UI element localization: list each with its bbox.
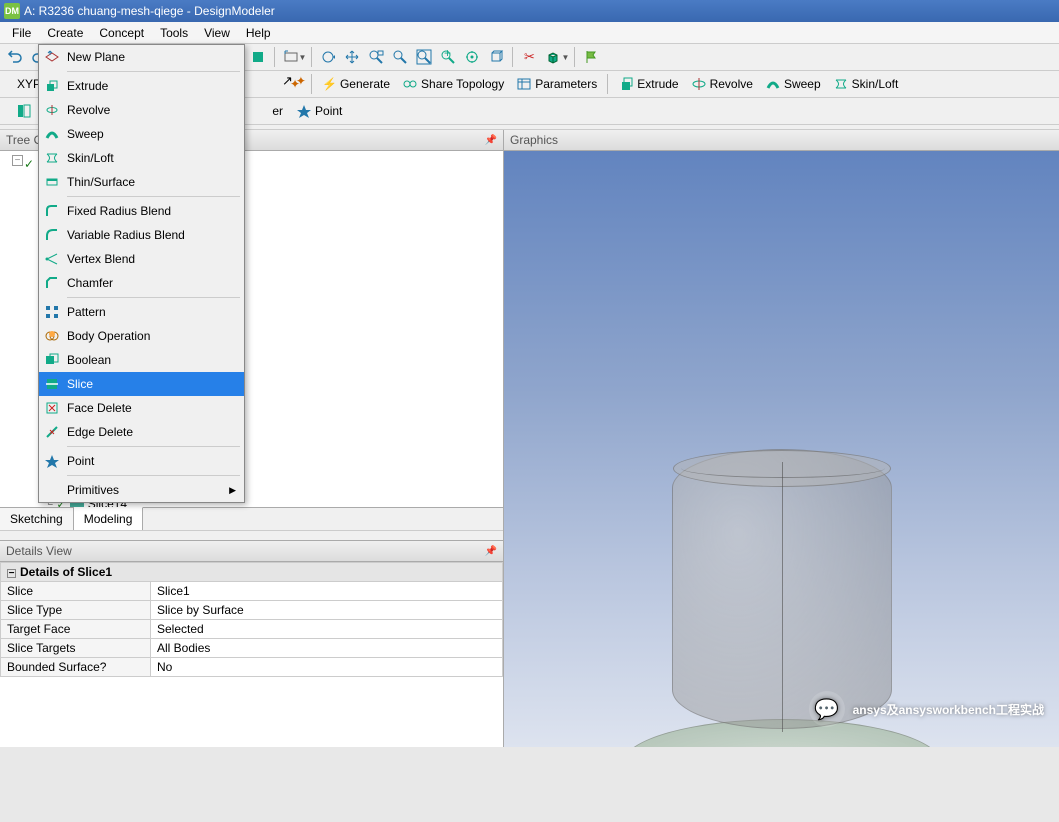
menu-slice[interactable]: Slice xyxy=(39,372,244,396)
menu-point[interactable]: Point xyxy=(39,449,244,473)
window-title: A: R3236 chuang-mesh-qiege - DesignModel… xyxy=(24,4,275,18)
menu-boolean[interactable]: Boolean xyxy=(39,348,244,372)
filter-body-icon[interactable] xyxy=(247,46,269,68)
zoom-fit-icon[interactable] xyxy=(413,46,435,68)
menu-variable-radius-blend[interactable]: Variable Radius Blend xyxy=(39,223,244,247)
menu-view[interactable]: View xyxy=(196,23,238,43)
plane-tool-icon[interactable]: ✂ xyxy=(518,46,540,68)
menu-body-operation[interactable]: Body Operation xyxy=(39,324,244,348)
submenu-arrow-icon: ▶ xyxy=(229,485,236,496)
tree-expander[interactable]: − xyxy=(12,155,23,166)
menu-new-plane[interactable]: New Plane xyxy=(39,45,244,69)
share-topology-button[interactable]: Share Topology xyxy=(397,73,509,95)
detail-row[interactable]: Slice TargetsAll Bodies xyxy=(1,639,503,658)
tree-toggle-icon[interactable] xyxy=(13,100,35,122)
menu-create[interactable]: Create xyxy=(39,23,91,43)
arrow-icon[interactable]: ↗ xyxy=(282,73,293,89)
menu-edge-delete[interactable]: Edge Delete xyxy=(39,420,244,444)
parameters-button[interactable]: Parameters xyxy=(511,73,602,95)
menu-help[interactable]: Help xyxy=(238,23,279,43)
menu-concept[interactable]: Concept xyxy=(91,23,152,43)
magnify-icon[interactable]: + xyxy=(437,46,459,68)
menu-bar: File Create Concept Tools View Help xyxy=(0,22,1059,44)
rotate-icon[interactable] xyxy=(317,46,339,68)
generate-button[interactable]: ⚡Generate xyxy=(317,73,395,95)
menu-thinsurface[interactable]: Thin/Surface xyxy=(39,170,244,194)
dropdown-icon[interactable]: ▼ xyxy=(299,53,307,62)
watermark: 💬 ansys及ansysworkbench工程实战 xyxy=(809,691,1044,727)
detail-row[interactable]: Bounded Surface?No xyxy=(1,658,503,677)
create-dropdown-menu: New Plane Extrude Revolve Sweep Skin/Lof… xyxy=(38,44,245,503)
graphics-header: Graphics xyxy=(504,130,1059,151)
menu-vertex-blend[interactable]: Vertex Blend xyxy=(39,247,244,271)
tree-tabs: Sketching Modeling xyxy=(0,507,503,530)
sweep-button[interactable]: Sweep xyxy=(760,73,826,95)
details-table: −Details of Slice1 SliceSlice1 Slice Typ… xyxy=(0,562,503,677)
er-text: er xyxy=(272,104,289,118)
zoom-box-icon[interactable] xyxy=(365,46,387,68)
undo-button[interactable] xyxy=(4,46,26,68)
detail-row[interactable]: Slice TypeSlice by Surface xyxy=(1,601,503,620)
svg-text:+: + xyxy=(444,49,451,60)
menu-primitives[interactable]: Primitives▶ xyxy=(39,478,244,502)
menu-extrude[interactable]: Extrude xyxy=(39,74,244,98)
detail-row[interactable]: Target FaceSelected xyxy=(1,620,503,639)
detail-row[interactable]: SliceSlice1 xyxy=(1,582,503,601)
tab-sketching[interactable]: Sketching xyxy=(0,508,74,530)
pin-icon[interactable]: 📌 xyxy=(485,135,497,146)
flag-icon[interactable] xyxy=(580,46,602,68)
menu-tools[interactable]: Tools xyxy=(152,23,196,43)
menu-file[interactable]: File xyxy=(4,23,39,43)
skinloft-button[interactable]: Skin/Loft xyxy=(828,73,904,95)
app-icon: DM xyxy=(4,3,20,19)
details-group-row[interactable]: −Details of Slice1 xyxy=(1,563,503,582)
dropdown-icon[interactable]: ▼ xyxy=(561,53,569,62)
tab-modeling[interactable]: Modeling xyxy=(74,507,144,530)
details-header: Details View 📌 xyxy=(0,541,503,562)
lightning-icon[interactable]: ✦ xyxy=(296,74,306,88)
menu-sweep[interactable]: Sweep xyxy=(39,122,244,146)
menu-skinloft[interactable]: Skin/Loft xyxy=(39,146,244,170)
point-button[interactable]: Point xyxy=(291,100,347,122)
title-bar: DM A: R3236 chuang-mesh-qiege - DesignMo… xyxy=(0,0,1059,22)
graphics-panel: Graphics 💬 ansys及ansysworkbench工程实战 xyxy=(504,130,1059,747)
menu-chamfer[interactable]: Chamfer xyxy=(39,271,244,295)
wechat-icon: 💬 xyxy=(809,691,845,727)
menu-pattern[interactable]: Pattern xyxy=(39,300,244,324)
details-panel: Details View 📌 −Details of Slice1 SliceS… xyxy=(0,540,503,747)
iso-icon[interactable] xyxy=(485,46,507,68)
look-at-icon[interactable] xyxy=(461,46,483,68)
menu-revolve[interactable]: Revolve xyxy=(39,98,244,122)
graphics-viewport[interactable]: 💬 ansys及ansysworkbench工程实战 xyxy=(504,151,1059,747)
pin-icon[interactable]: 📌 xyxy=(485,546,497,557)
zoom-icon[interactable] xyxy=(389,46,411,68)
pan-icon[interactable] xyxy=(341,46,363,68)
extrude-button[interactable]: Extrude xyxy=(613,73,683,95)
revolve-button[interactable]: Revolve xyxy=(686,73,758,95)
menu-fixed-radius-blend[interactable]: Fixed Radius Blend xyxy=(39,199,244,223)
menu-face-delete[interactable]: Face Delete xyxy=(39,396,244,420)
